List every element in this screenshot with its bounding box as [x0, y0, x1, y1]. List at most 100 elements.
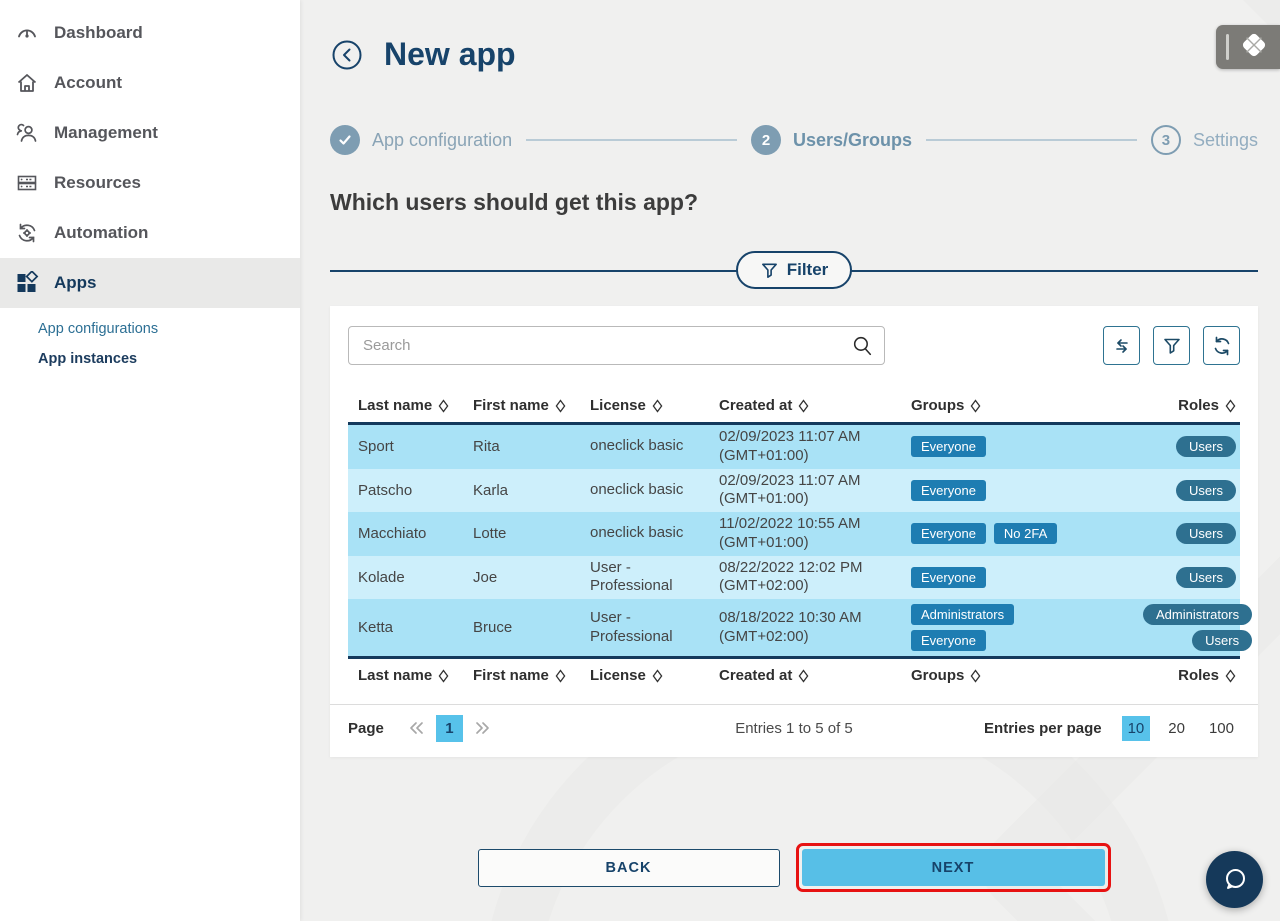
back-circle-button[interactable]	[330, 38, 364, 72]
funnel-icon	[1162, 336, 1182, 356]
sort-diamond-icon	[438, 669, 449, 683]
role-badge: Users	[1176, 567, 1236, 588]
filter-button[interactable]: Filter	[736, 251, 853, 289]
col-created-at[interactable]: Created at	[719, 397, 911, 414]
search-wrap	[348, 326, 885, 365]
users-icon	[14, 120, 40, 146]
next-button[interactable]: NEXT	[802, 849, 1105, 886]
sort-diamond-icon	[970, 669, 981, 683]
role-badge: Users	[1192, 630, 1252, 651]
table-row[interactable]: Ketta Bruce User - Professional 08/18/20…	[348, 599, 1240, 656]
col-roles[interactable]: Roles	[1143, 397, 1240, 414]
col-created-at[interactable]: Created at	[719, 667, 911, 684]
step3-label: Settings	[1193, 130, 1258, 151]
sort-diamond-icon	[970, 399, 981, 413]
sort-diamond-icon	[798, 399, 809, 413]
sort-diamond-icon	[652, 399, 663, 413]
gauge-icon	[14, 20, 40, 46]
cell-last-name: Macchiato	[348, 525, 473, 542]
col-roles[interactable]: Roles	[1143, 667, 1240, 684]
sidebar-item-apps[interactable]: Apps	[0, 258, 300, 308]
step1-check-circle[interactable]	[330, 125, 360, 155]
main-content: New app App configuration 2 Users/Groups…	[300, 0, 1280, 921]
cell-roles: Users	[1143, 523, 1240, 544]
refresh-button[interactable]	[1203, 326, 1240, 365]
entries-per-page-label: Entries per page	[984, 720, 1102, 737]
sidebar: Dashboard Account Management Resources	[0, 0, 300, 921]
cell-roles: Users	[1143, 567, 1240, 588]
table-row[interactable]: Patscho Karla oneclick basic 02/09/2023 …	[348, 469, 1240, 513]
sidebar-item-automation[interactable]: Automation	[0, 208, 300, 258]
home-icon	[14, 70, 40, 96]
cell-last-name: Ketta	[348, 619, 473, 636]
group-badge: Everyone	[911, 567, 986, 588]
table-row[interactable]: Sport Rita oneclick basic 02/09/2023 11:…	[348, 425, 1240, 469]
stepper-connector	[526, 139, 737, 141]
per-page-option-20[interactable]: 20	[1162, 716, 1191, 741]
cell-license: oneclick basic	[590, 478, 719, 503]
per-page-option-10[interactable]: 10	[1122, 716, 1151, 741]
search-input[interactable]	[348, 326, 885, 365]
cell-first-name: Bruce	[473, 619, 590, 636]
col-license[interactable]: License	[590, 397, 719, 414]
col-groups[interactable]: Groups	[911, 397, 1143, 414]
col-first-name[interactable]: First name	[473, 397, 590, 414]
sidebar-item-label: Resources	[54, 173, 141, 193]
cell-created-at: 08/18/2022 10:30 AM(GMT+02:00)	[719, 606, 911, 650]
cell-created-at: 02/09/2023 11:07 AM(GMT+01:00)	[719, 469, 911, 513]
table-row[interactable]: Macchiato Lotte oneclick basic 11/02/202…	[348, 512, 1240, 556]
sort-diamond-icon	[652, 669, 663, 683]
back-button[interactable]: BACK	[478, 849, 780, 887]
col-first-name[interactable]: First name	[473, 667, 590, 684]
sidebar-subitem-app-instances[interactable]: App instances	[38, 344, 300, 374]
sort-diamond-icon	[1225, 399, 1236, 413]
sidebar-item-dashboard[interactable]: Dashboard	[0, 8, 300, 58]
search-icon	[850, 333, 875, 363]
role-badge: Administrators	[1143, 604, 1252, 625]
cell-roles: Users	[1143, 436, 1240, 457]
cell-groups: AdministratorsEveryone	[911, 599, 1143, 656]
col-groups[interactable]: Groups	[911, 667, 1143, 684]
swap-columns-button[interactable]	[1103, 326, 1140, 365]
chat-bubble-icon	[1218, 863, 1252, 897]
next-button-highlight: NEXT	[796, 843, 1111, 892]
sort-diamond-icon	[555, 399, 566, 413]
check-icon	[337, 132, 353, 148]
group-badge: Administrators	[911, 604, 1014, 625]
step2-circle[interactable]: 2	[751, 125, 781, 155]
group-badge: Everyone	[911, 436, 986, 457]
sidebar-item-label: Automation	[54, 223, 148, 243]
cell-first-name: Lotte	[473, 525, 590, 542]
cell-first-name: Joe	[473, 569, 590, 586]
page-question-heading: Which users should get this app?	[330, 189, 1258, 216]
cell-license: oneclick basic	[590, 434, 719, 459]
filter-divider: Filter	[330, 252, 1258, 288]
cell-created-at: 08/22/2022 12:02 PM(GMT+02:00)	[719, 556, 911, 600]
role-badge: Users	[1176, 436, 1236, 457]
cell-license: oneclick basic	[590, 521, 719, 546]
per-page-option-100[interactable]: 100	[1203, 716, 1240, 741]
sidebar-item-resources[interactable]: Resources	[0, 158, 300, 208]
cell-first-name: Rita	[473, 438, 590, 455]
sidebar-item-account[interactable]: Account	[0, 58, 300, 108]
toggle-handle-bar	[1226, 34, 1229, 60]
role-badge: Users	[1176, 480, 1236, 501]
cell-groups: Everyone	[911, 436, 1143, 457]
sidebar-subitem-app-configurations[interactable]: App configurations	[38, 314, 300, 344]
side-panel-toggle-button[interactable]	[1216, 25, 1280, 69]
table-row[interactable]: Kolade Joe User - Professional 08/22/202…	[348, 556, 1240, 600]
wizard-stepper: App configuration 2 Users/Groups 3 Setti…	[330, 125, 1258, 155]
col-license[interactable]: License	[590, 667, 719, 684]
sidebar-item-management[interactable]: Management	[0, 108, 300, 158]
cell-groups: Everyone	[911, 567, 1143, 588]
sync-gear-icon	[14, 220, 40, 246]
step3-circle[interactable]: 3	[1151, 125, 1181, 155]
sort-diamond-icon	[438, 399, 449, 413]
swap-arrows-icon	[1111, 335, 1133, 357]
sort-diamond-icon	[1225, 669, 1236, 683]
chat-launcher-button[interactable]	[1206, 851, 1263, 908]
col-last-name[interactable]: Last name	[348, 397, 473, 414]
filter-table-button[interactable]	[1153, 326, 1190, 365]
col-last-name[interactable]: Last name	[348, 667, 473, 684]
cell-license: User - Professional	[590, 606, 719, 650]
